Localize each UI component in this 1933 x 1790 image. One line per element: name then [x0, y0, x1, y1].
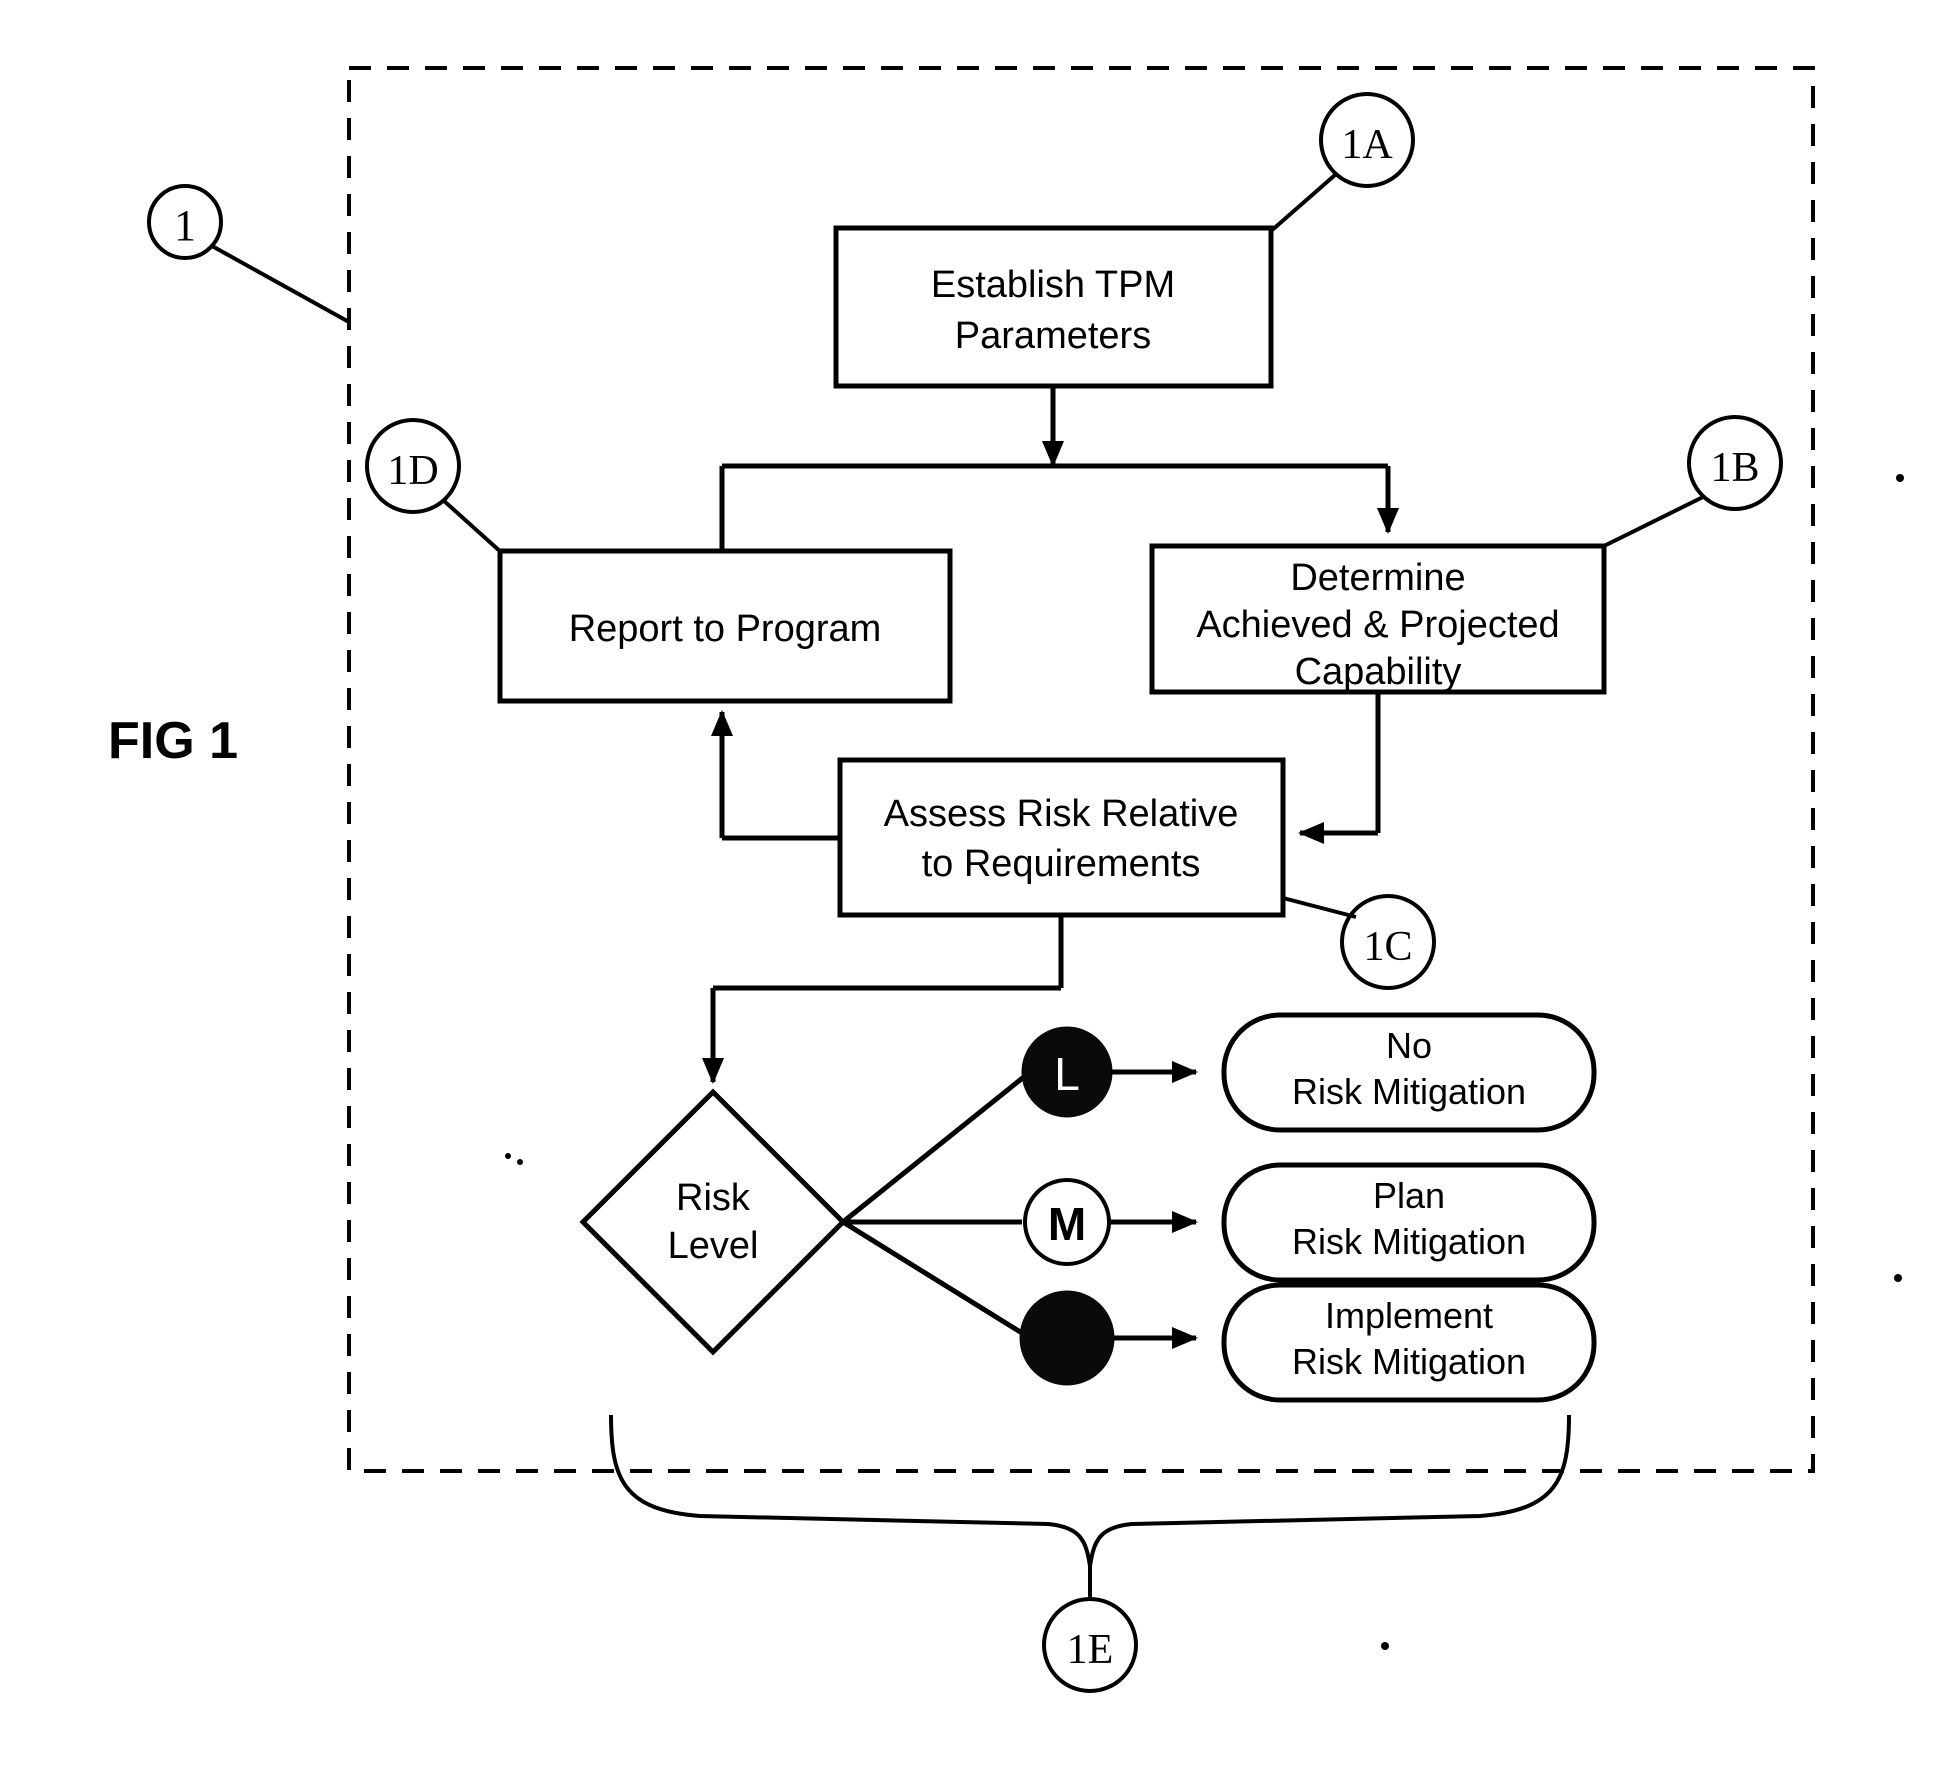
edge-diamond-to-high	[841, 1219, 1032, 1341]
no-risk-mitigation-label-line2: Risk Mitigation	[1292, 1071, 1526, 1112]
marker-high-circle	[1019, 1290, 1115, 1386]
ref-callout-1e-text: 1E	[1067, 1627, 1114, 1673]
marker-medium-letter: M	[1048, 1198, 1086, 1250]
brace-1e	[609, 1414, 1571, 1567]
implement-risk-mitigation-label-line1: Implement	[1325, 1295, 1493, 1336]
determine-capability-label-line2: Achieved & Projected	[1196, 604, 1559, 646]
determine-capability-label-line3: Capability	[1295, 651, 1462, 693]
no-risk-mitigation-label-line1: No	[1386, 1025, 1432, 1066]
scan-speck-right	[1896, 474, 1904, 482]
ref-callout-1-text: 1	[174, 201, 196, 250]
scan-speck-left	[505, 1153, 511, 1159]
establish-tpm-parameters-box	[833, 225, 1274, 389]
implement-risk-mitigation-label-line2: Risk Mitigation	[1292, 1341, 1526, 1382]
scan-speck-right-2	[1894, 1274, 1902, 1282]
ref-leader-1d	[441, 498, 504, 555]
report-to-program-label: Report to Program	[569, 608, 882, 650]
establish-tpm-parameters-label-line1: Establish TPM	[931, 264, 1175, 306]
ref-callout-1c-text: 1C	[1363, 924, 1412, 970]
plan-risk-mitigation-label-line1: Plan	[1373, 1175, 1445, 1216]
figure-1-flowchart: FIG 1 1 Establish TPM Parameters 1A Repo…	[108, 66, 1904, 1693]
ref-callout-1d-text: 1D	[387, 448, 438, 494]
ref-callout-1b-text: 1B	[1710, 445, 1759, 491]
scan-speck-left-2	[517, 1159, 523, 1165]
ref-leader-1	[211, 244, 350, 324]
plan-risk-mitigation-label-line2: Risk Mitigation	[1292, 1221, 1526, 1262]
assess-risk-label-line2: to Requirements	[922, 843, 1201, 885]
scan-speck-bottom	[1381, 1642, 1389, 1650]
risk-level-diamond	[579, 1088, 847, 1356]
ref-leader-1a	[1269, 173, 1337, 233]
ref-leader-1b	[1603, 495, 1704, 548]
assess-risk-box	[837, 757, 1286, 918]
ref-leader-1c	[1282, 896, 1357, 919]
risk-level-label-line1: Risk	[676, 1177, 751, 1219]
marker-low-letter: L	[1054, 1048, 1080, 1100]
edge-diamond-to-low	[841, 1070, 1032, 1224]
risk-level-label-line2: Level	[668, 1225, 759, 1267]
assess-risk-label-line1: Assess Risk Relative	[884, 793, 1239, 835]
determine-capability-label-line1: Determine	[1290, 557, 1465, 599]
ref-callout-1a-text: 1A	[1341, 122, 1393, 168]
establish-tpm-parameters-label-line2: Parameters	[955, 315, 1151, 357]
patent-figure-page: FIG 1 1 Establish TPM Parameters 1A Repo…	[0, 0, 1933, 1790]
figure-caption: FIG 1	[108, 712, 238, 770]
